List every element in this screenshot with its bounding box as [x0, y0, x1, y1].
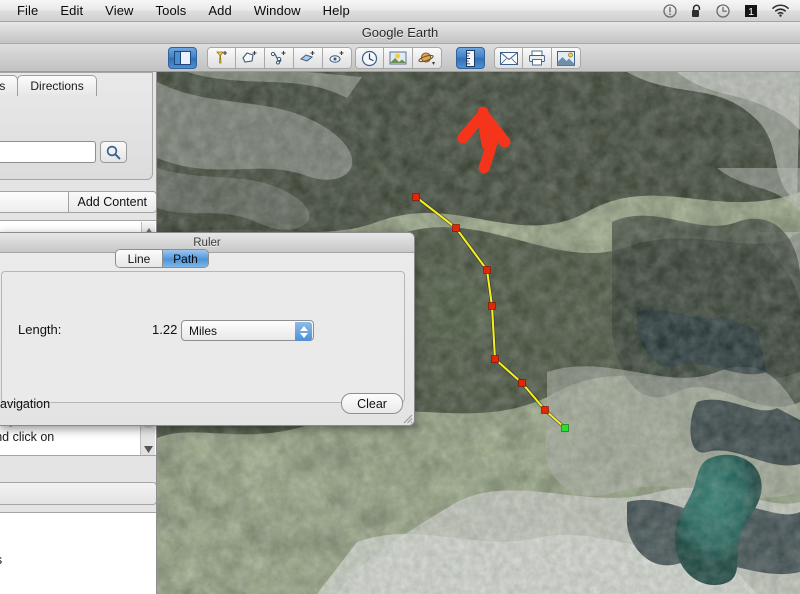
ruler-mode-tabs[interactable]: Line Path: [115, 249, 209, 268]
ruler-dialog-title: Ruler: [193, 236, 221, 249]
updown-arrows-icon-down: [299, 332, 308, 338]
switch-to-sky-button[interactable]: [413, 47, 442, 69]
polygon-icon: [242, 51, 257, 63]
resize-grip-icon[interactable]: [402, 413, 413, 424]
menubar-status-items: 1: [663, 3, 800, 18]
save-image-button[interactable]: [552, 47, 581, 69]
unit-select[interactable]: Miles: [181, 320, 314, 341]
add-polygon-button[interactable]: [236, 47, 265, 69]
updown-arrows-icon: [299, 325, 308, 331]
envelope-icon: [499, 51, 518, 65]
menu-tools[interactable]: Tools: [145, 1, 198, 21]
layer-borders-and-labels[interactable]: and Labels: [0, 553, 2, 567]
placemark-pin-icon: [216, 51, 227, 64]
toolbar-view-group: [168, 47, 197, 69]
layers-header: [0, 482, 156, 505]
toolbar-time-sky-group: [355, 47, 442, 69]
ruler-tab-line-label: Line: [127, 251, 151, 266]
menu-edit[interactable]: Edit: [49, 1, 94, 21]
clear-button[interactable]: Clear: [341, 393, 403, 414]
triangle-down-icon[interactable]: [144, 446, 153, 453]
search-submit-button[interactable]: [100, 141, 127, 163]
add-content-label: Add Content: [77, 195, 148, 209]
sun-mountains-icon: [389, 51, 407, 65]
search-input-wrapper[interactable]: [0, 141, 110, 163]
window-title: Google Earth: [361, 25, 439, 40]
lock-icon[interactable]: [691, 4, 702, 18]
tab-directions[interactable]: Directions: [17, 75, 97, 96]
clear-button-label: Clear: [357, 396, 387, 411]
menu-help[interactable]: Help: [312, 1, 361, 21]
places-hint-text: is folder and click on: [0, 430, 55, 444]
printer-icon: [529, 50, 545, 66]
mouse-navigation-label: avigation: [0, 397, 51, 411]
path-icon: [270, 51, 286, 65]
save-image-icon: [557, 50, 575, 66]
toggle-sidebar-button[interactable]: [168, 47, 197, 69]
menu-file[interactable]: File: [6, 1, 49, 21]
image-overlay-icon: [299, 51, 315, 62]
screen: usinesses Directions cisco: [0, 0, 800, 594]
historical-imagery-button[interactable]: [355, 47, 384, 69]
ruler-tab-path[interactable]: Path: [162, 250, 208, 267]
ruler-icon: [466, 49, 475, 67]
ruler-tab-path-label: Path: [173, 251, 198, 266]
record-tour-button[interactable]: [323, 47, 352, 69]
length-value: 1.22: [152, 322, 178, 337]
toolbar-share-group: [494, 47, 581, 69]
window-titlebar[interactable]: Google Earth: [0, 22, 800, 44]
tab-businesses[interactable]: usinesses: [0, 75, 19, 96]
add-image-overlay-button[interactable]: [294, 47, 323, 69]
badge-one-icon[interactable]: 1: [744, 4, 758, 18]
add-placemark-button[interactable]: [207, 47, 236, 69]
alert-circle-icon[interactable]: [663, 3, 677, 18]
menu-view[interactable]: View: [94, 1, 144, 21]
length-label: Length:: [18, 322, 62, 337]
menu-window[interactable]: Window: [243, 1, 312, 21]
add-content-button[interactable]: Add Content: [68, 191, 156, 213]
search-row: [0, 141, 127, 163]
sunlight-button[interactable]: [384, 47, 413, 69]
menubar-items: File Edit View Tools Add Window Help: [0, 1, 361, 21]
layer-borders-and-labels-label: and Labels: [0, 553, 2, 567]
layers-tree[interactable]: tabase and Labels io Photos: [0, 512, 156, 594]
unit-stepper[interactable]: [295, 322, 312, 341]
places-toolbar: Add Content: [0, 191, 156, 213]
email-button[interactable]: [494, 47, 523, 69]
clock-icon: [361, 50, 378, 66]
macos-menubar: File Edit View Tools Add Window Help 1: [0, 0, 800, 22]
ruler-button[interactable]: [456, 47, 485, 69]
path-endpoint: [561, 424, 569, 432]
main-toolbar: [0, 44, 800, 72]
print-button[interactable]: [523, 47, 552, 69]
toolbar-ruler-group: [456, 47, 485, 69]
toolbar-add-group: [207, 47, 352, 69]
sidebar-panel-icon: [174, 51, 191, 65]
search-tabs: usinesses Directions: [0, 75, 97, 96]
places-filter-field[interactable]: [0, 191, 69, 213]
wifi-icon[interactable]: [772, 4, 789, 17]
magnifier-icon: [106, 145, 121, 159]
search-input[interactable]: [0, 143, 101, 161]
tab-businesses-label: usinesses: [0, 79, 5, 93]
menu-add[interactable]: Add: [197, 1, 242, 21]
tour-camera-icon: [329, 51, 344, 63]
planet-icon: [418, 52, 435, 65]
ruler-tab-line[interactable]: Line: [116, 250, 162, 267]
unit-select-value: Miles: [189, 323, 218, 338]
add-path-button[interactable]: [265, 47, 294, 69]
search-panel: usinesses Directions cisco: [0, 72, 153, 180]
time-machine-icon[interactable]: [716, 3, 730, 18]
svg-text:1: 1: [748, 6, 754, 18]
tab-directions-label: Directions: [30, 79, 84, 93]
